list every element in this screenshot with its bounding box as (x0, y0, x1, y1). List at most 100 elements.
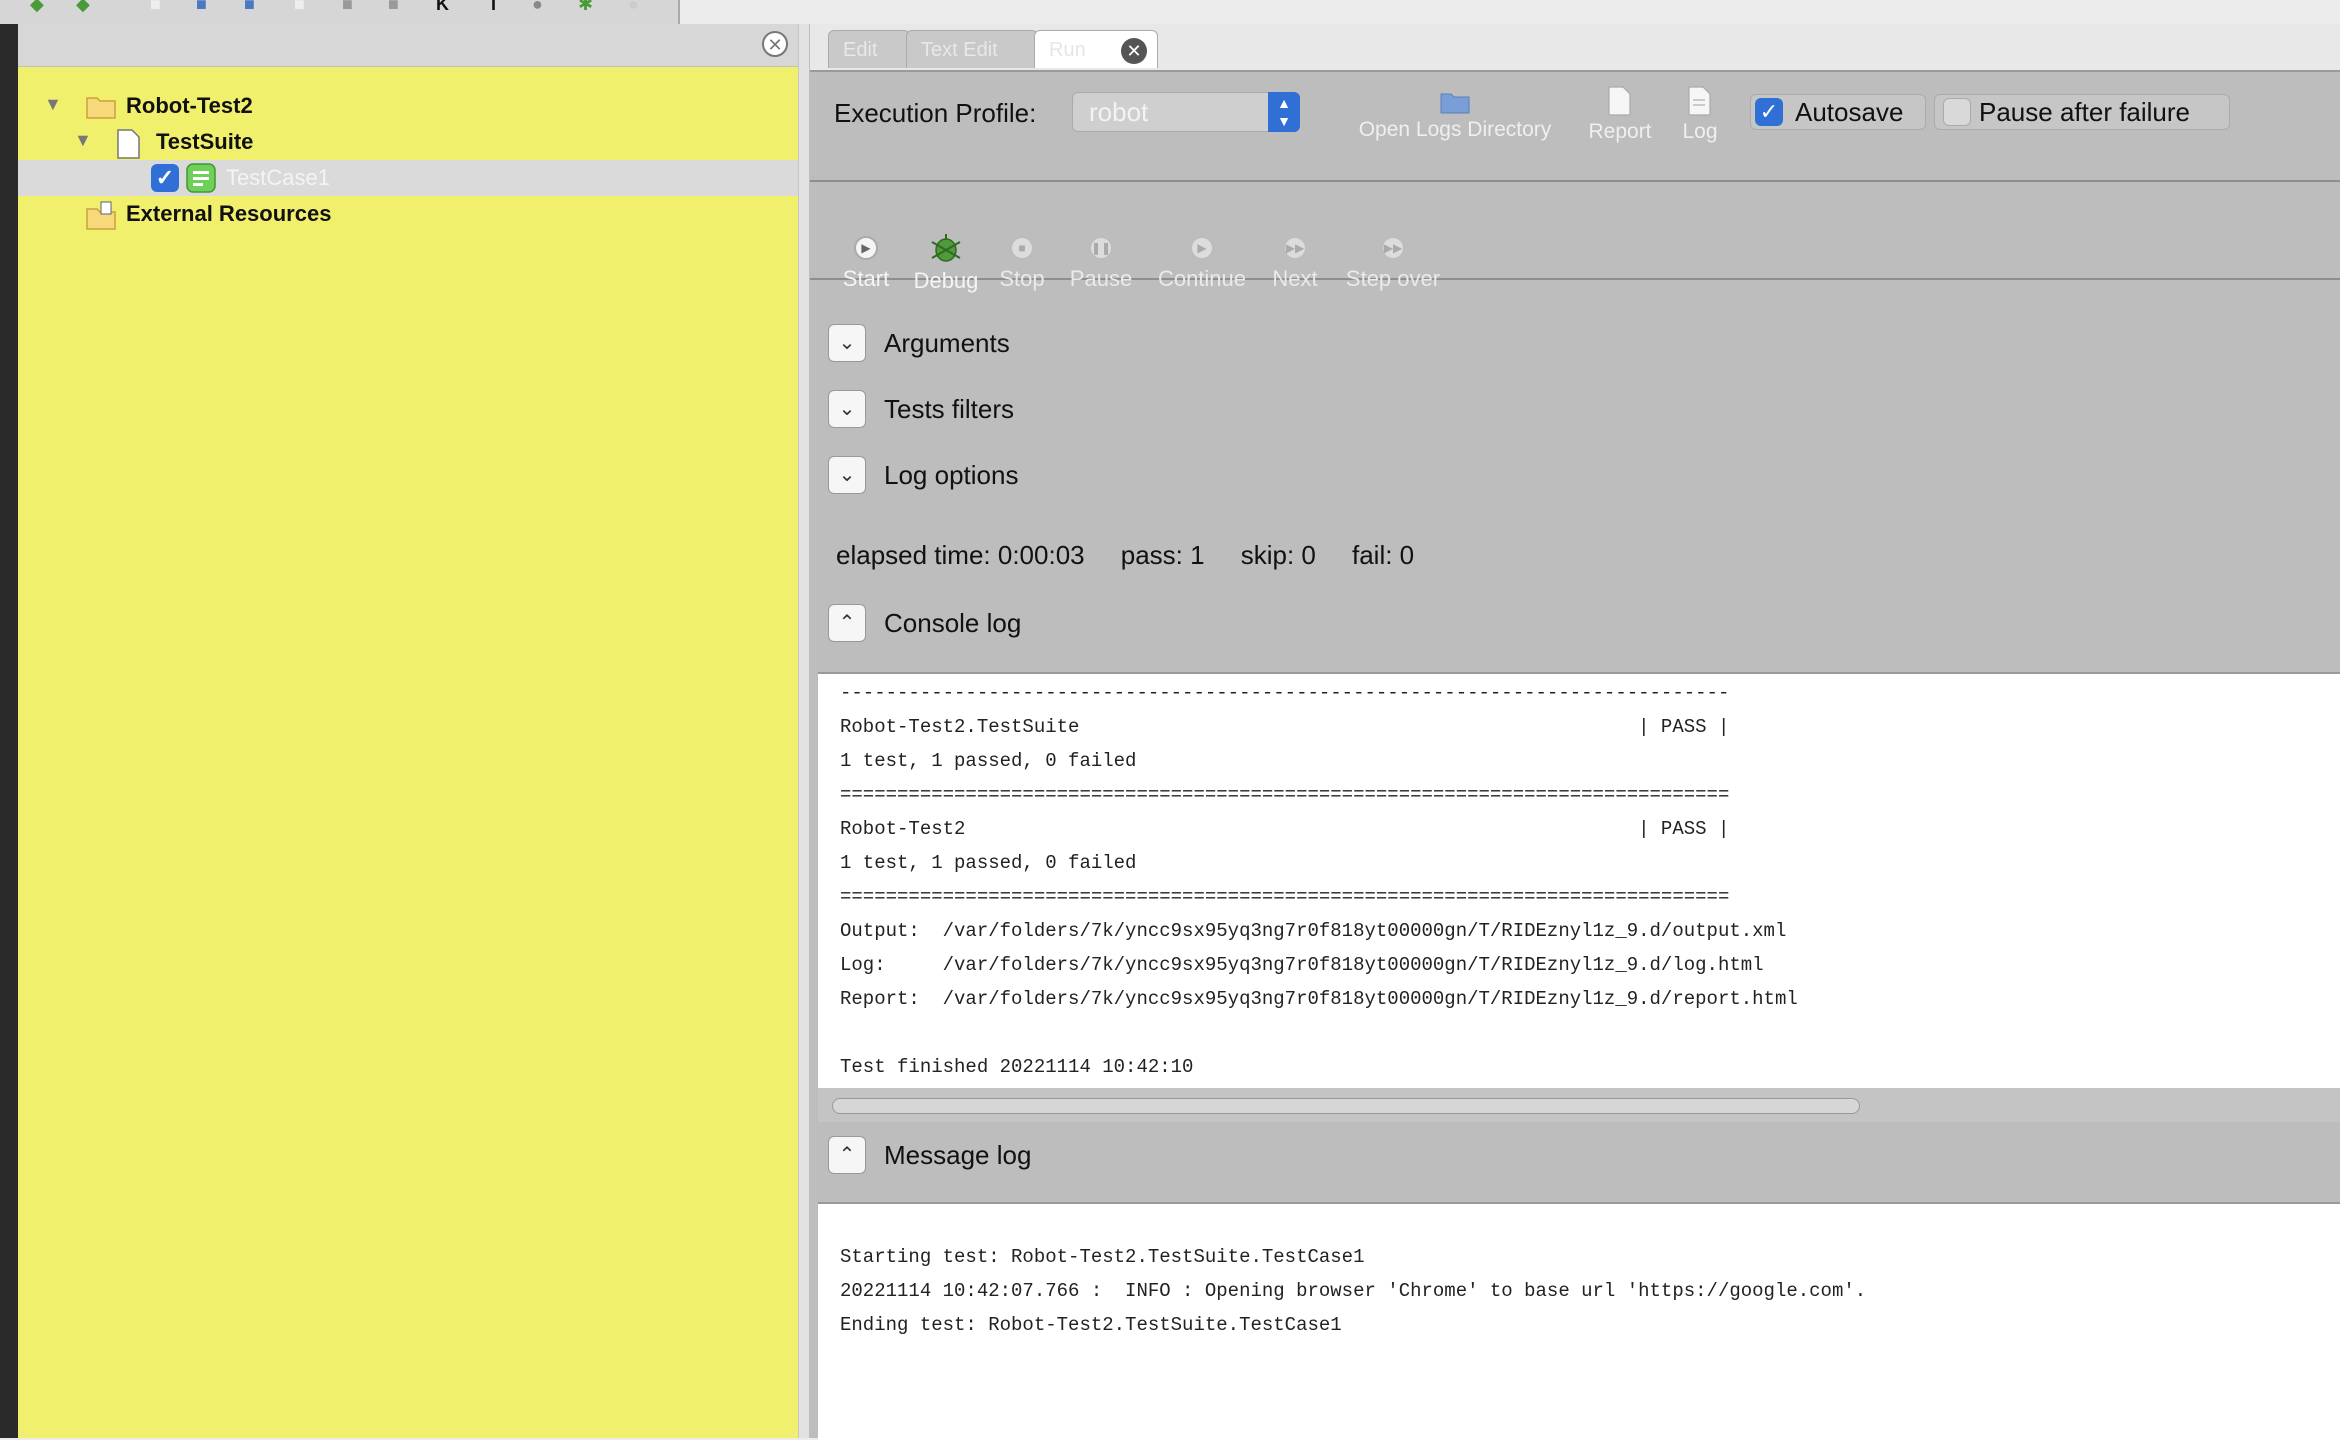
execution-profile-select[interactable]: robot ▲ ▼ (1072, 92, 1300, 132)
pause-after-failure-checkbox[interactable] (1943, 98, 1971, 126)
console-log-output[interactable]: ----------------------------------------… (818, 672, 2340, 1090)
select-arrows-icon: ▲ ▼ (1268, 92, 1300, 132)
project-tree-panel: ✕ ▼ Robot-Test2 ▼ TestSuite ✓ TestCase1 … (18, 24, 798, 1438)
report-document-icon (1608, 86, 1631, 116)
main-toolbar: ◆ ◆ ■ ■ ■ ■ ■ ■ K T ● ✱ ● (0, 0, 680, 26)
autosave-checkbox[interactable]: ✓ (1755, 98, 1783, 126)
section-label: Console log (884, 608, 1022, 638)
message-line: 20221114 10:42:07.766 : INFO : Opening b… (840, 1280, 1867, 1302)
tab-edit[interactable]: Edit (828, 30, 910, 68)
forward-icon[interactable]: ◆ (76, 0, 90, 14)
autosave-toggle[interactable]: ✓ Autosave (1750, 94, 1926, 130)
console-line: 1 test, 1 passed, 0 failed (840, 750, 1137, 772)
console-line: 1 test, 1 passed, 0 failed (840, 852, 1137, 874)
console-log-section[interactable]: ⌃ Console log (828, 604, 1628, 644)
timer-icon[interactable]: ● (532, 0, 543, 14)
tab-label: Edit (843, 39, 878, 61)
tree-panel-header: ✕ (18, 24, 798, 67)
document-icon[interactable]: ■ (294, 0, 305, 14)
debug-bug-icon[interactable]: ✱ (578, 0, 593, 14)
next-icon: ▶▶ (1283, 236, 1307, 260)
start-button[interactable]: ▶ Start (836, 236, 896, 292)
testcase-checkbox[interactable]: ✓ (151, 164, 179, 192)
external-resources-icon (86, 201, 116, 230)
scrollbar-thumb[interactable] (832, 1098, 1860, 1114)
open-logs-directory-button[interactable]: Open Logs Directory (1340, 90, 1570, 142)
console-line: ----------------------------------------… (840, 682, 1730, 704)
stop-button[interactable]: ■ Stop (994, 236, 1050, 292)
console-line: ========================================… (840, 886, 1730, 908)
console-line: Output: /var/folders/7k/yncc9sx95yq3ng7r… (840, 920, 1787, 942)
folder-icon (86, 97, 116, 119)
keyword-icon[interactable]: K (436, 0, 449, 14)
execution-profile-value: robot (1089, 97, 1149, 127)
tree-item-robot-test2[interactable]: ▼ Robot-Test2 (18, 88, 798, 124)
tab-run[interactable]: Run ✕ (1034, 30, 1158, 68)
expand-arrow-icon[interactable]: ▼ (74, 130, 92, 151)
back-icon[interactable]: ◆ (30, 0, 44, 14)
stop-icon[interactable]: ● (628, 0, 639, 14)
button-label: Pause (1069, 266, 1133, 291)
log-options-section[interactable]: ⌄ Log options (828, 456, 1628, 496)
chevron-down-icon[interactable]: ⌄ (828, 456, 866, 494)
tab-text-edit[interactable]: Text Edit (906, 30, 1038, 68)
section-label: Arguments (884, 328, 1010, 358)
chevron-up-icon[interactable]: ⌃ (828, 604, 866, 642)
step-over-icon: ▶▶ (1381, 236, 1405, 260)
continue-icon: ▶ (1190, 236, 1214, 260)
message-log-section[interactable]: ⌃ Message log (828, 1136, 1628, 1176)
button-label: Stop (999, 266, 1045, 291)
chevron-up-icon[interactable]: ⌃ (828, 1136, 866, 1174)
close-tab-icon[interactable]: ✕ (1121, 38, 1147, 64)
profile-toolbar: Execution Profile: robot ▲ ▼ Open Logs Di… (810, 70, 2340, 182)
section-label: Message log (884, 1140, 1032, 1170)
save-all-icon[interactable]: ■ (244, 0, 255, 14)
message-line: Ending test: Robot-Test2.TestSuite.TestC… (840, 1314, 1342, 1336)
next-button[interactable]: ▶▶ Next (1264, 236, 1326, 292)
run-panel: Edit Text Edit Run ✕ Execution Profile: … (810, 24, 2340, 1440)
chevron-down-icon[interactable]: ⌄ (828, 390, 866, 428)
pause-after-failure-toggle[interactable]: Pause after failure (1934, 94, 2230, 130)
fail-count: fail: 0 (1351, 540, 1415, 570)
editor-tab-bar: Edit Text Edit Run ✕ (810, 24, 2340, 72)
console-line: Report: /var/folders/7k/yncc9sx95yq3ng7r… (840, 988, 1798, 1010)
console-line: Robot-Test2 | PASS | (840, 818, 1730, 840)
chevron-down-icon[interactable]: ⌄ (828, 324, 866, 362)
tree-item-label: External Resources (126, 201, 332, 226)
tree-item-external-resources[interactable]: External Resources (18, 196, 798, 232)
new-file-icon[interactable]: ■ (150, 0, 161, 14)
testcase-icon (186, 163, 216, 193)
expand-arrow-icon[interactable]: ▼ (44, 94, 62, 115)
log-button[interactable]: Log (1668, 86, 1732, 144)
save-icon[interactable]: ■ (196, 0, 207, 14)
section-label: Tests filters (884, 394, 1015, 424)
bug-icon (931, 234, 961, 262)
message-line: Starting test: Robot-Test2.TestSuite.Tes… (840, 1246, 1365, 1268)
button-label: Debug (913, 268, 979, 293)
step-over-button[interactable]: ▶▶ Step over (1338, 236, 1448, 292)
tree-item-testcase1[interactable]: ✓ TestCase1 (18, 160, 798, 196)
tree-item-testsuite[interactable]: ▼ TestSuite (18, 124, 798, 160)
pause-button[interactable]: ❚❚ Pause (1066, 236, 1136, 292)
button-label: Step over (1345, 266, 1441, 291)
console-horizontal-scrollbar[interactable] (818, 1088, 2340, 1122)
print-preview-icon[interactable]: ■ (388, 0, 399, 14)
arguments-section[interactable]: ⌄ Arguments (828, 324, 1628, 364)
autosave-label: Autosave (1795, 97, 1904, 127)
panel-splitter[interactable] (798, 24, 810, 1438)
button-label: Open Logs Directory (1358, 118, 1552, 141)
pause-after-failure-label: Pause after failure (1979, 97, 2191, 127)
print-icon[interactable]: ■ (342, 0, 353, 14)
message-log-output[interactable]: Starting test: Robot-Test2.TestSuite.Tes… (818, 1202, 2340, 1440)
debug-button[interactable]: Debug (908, 232, 984, 294)
continue-button[interactable]: ▶ Continue (1150, 236, 1254, 292)
button-label: Log (1682, 120, 1718, 143)
log-document-icon (1688, 86, 1711, 116)
test-icon[interactable]: T (488, 0, 499, 14)
close-panel-icon[interactable]: ✕ (762, 31, 788, 57)
folder-icon (1440, 93, 1470, 114)
button-label: Report (1588, 120, 1652, 143)
tests-filters-section[interactable]: ⌄ Tests filters (828, 390, 1628, 430)
left-edge-strip (0, 24, 18, 1438)
report-button[interactable]: Report (1580, 86, 1660, 144)
